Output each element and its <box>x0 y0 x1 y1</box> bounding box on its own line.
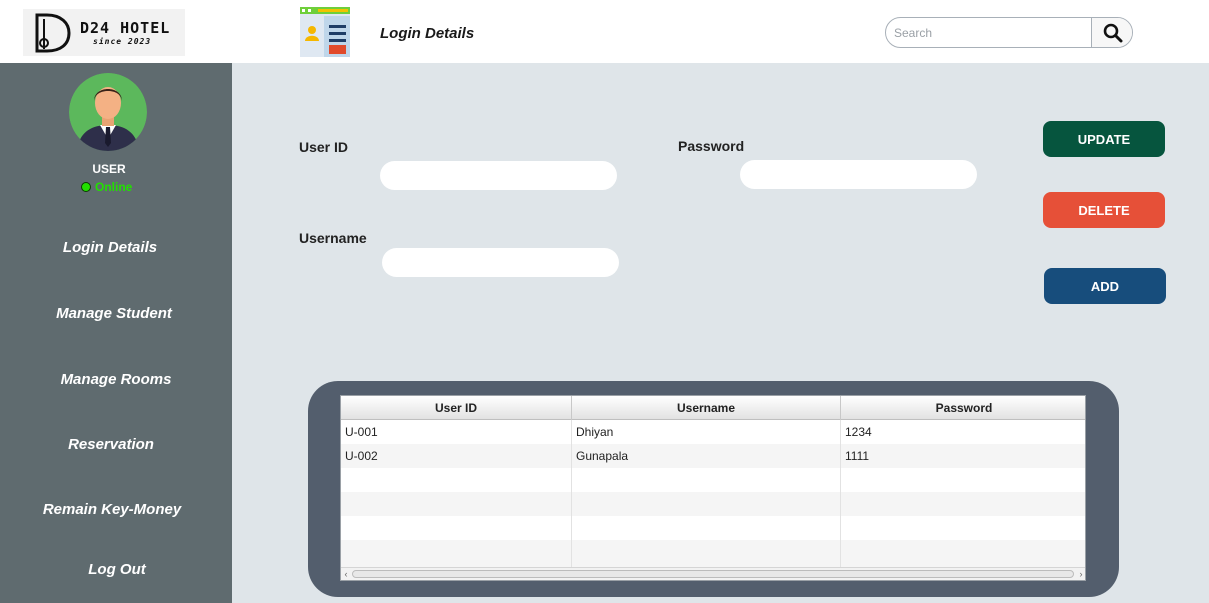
delete-button[interactable]: DELETE <box>1043 192 1165 228</box>
column-header-user-id[interactable]: User ID <box>341 396 572 420</box>
brand-name: D24 HOTEL <box>80 19 171 37</box>
empty-cell <box>841 516 1085 540</box>
brand-tagline: since 2023 <box>93 37 152 46</box>
empty-cell <box>341 492 572 516</box>
empty-cell <box>841 492 1085 516</box>
nav-login-details[interactable]: Login Details <box>0 239 226 256</box>
column-header-password[interactable]: Password <box>841 396 1085 420</box>
empty-cell <box>572 492 841 516</box>
sidebar: USER Online Login Details Manage Student… <box>0 63 232 603</box>
scroll-right-icon[interactable]: › <box>1076 568 1085 580</box>
cell-username: Dhiyan <box>572 420 841 444</box>
empty-cell <box>572 468 841 492</box>
avatar <box>69 73 147 151</box>
password-label: Password <box>678 138 745 154</box>
empty-cell <box>341 468 572 492</box>
empty-cell <box>841 468 1085 492</box>
username-input[interactable] <box>382 248 619 277</box>
logo-mark-icon <box>35 13 71 53</box>
status-text: Online <box>95 180 133 194</box>
table-row[interactable]: U-001 Dhiyan 1234 <box>341 420 1085 444</box>
cell-user-id: U-002 <box>341 444 572 468</box>
top-bar: D24 HOTEL since 2023 Login Details <box>0 0 1209 63</box>
search-button[interactable] <box>1091 18 1132 47</box>
cell-password: 1234 <box>845 425 872 439</box>
user-role-label: USER <box>92 162 126 176</box>
username-label: Username <box>299 230 367 246</box>
table-row-empty <box>341 492 1085 516</box>
nav-manage-rooms[interactable]: Manage Rooms <box>0 371 232 388</box>
table-row[interactable]: U-002 Gunapala 1111 <box>341 444 1085 468</box>
update-button[interactable]: UPDATE <box>1043 121 1165 157</box>
search-icon <box>1103 23 1122 42</box>
add-button[interactable]: ADD <box>1044 268 1166 304</box>
nav-reservation[interactable]: Reservation <box>0 436 227 453</box>
scrollbar-thumb[interactable] <box>352 570 1074 578</box>
empty-cell <box>341 516 572 540</box>
status-dot-icon <box>81 182 91 192</box>
search-input[interactable] <box>886 18 1091 47</box>
empty-cell <box>572 540 841 567</box>
empty-cell <box>341 540 572 567</box>
table-row-empty <box>341 516 1085 540</box>
user-id-label: User ID <box>299 139 349 155</box>
table-row-empty <box>341 540 1085 567</box>
user-avatar-icon <box>69 73 147 151</box>
user-id-input[interactable] <box>380 161 617 190</box>
horizontal-scrollbar[interactable]: ‹ › <box>341 567 1085 580</box>
cell-password: 1111 <box>845 449 870 463</box>
empty-cell <box>572 516 841 540</box>
nav-manage-student[interactable]: Manage Student <box>0 305 230 322</box>
nav-log-out[interactable]: Log Out <box>1 561 233 578</box>
nav-remain-key-money[interactable]: Remain Key-Money <box>0 501 228 518</box>
hotel-logo: D24 HOTEL since 2023 <box>23 9 185 56</box>
password-input[interactable] <box>740 160 977 189</box>
scroll-left-icon[interactable]: ‹ <box>341 568 351 580</box>
table-header: User ID Username Password <box>341 396 1085 420</box>
search-box <box>885 17 1133 48</box>
page-title: Login Details <box>380 25 475 42</box>
online-status: Online <box>81 180 132 194</box>
column-header-username[interactable]: Username <box>572 396 841 420</box>
empty-cell <box>841 540 1085 567</box>
login-table[interactable]: User ID Username Password U-001 Dhiyan 1… <box>340 395 1086 581</box>
table-row-empty <box>341 468 1085 492</box>
cell-username: Gunapala <box>572 444 841 468</box>
cell-user-id: U-001 <box>341 420 572 444</box>
login-details-icon <box>300 7 350 57</box>
